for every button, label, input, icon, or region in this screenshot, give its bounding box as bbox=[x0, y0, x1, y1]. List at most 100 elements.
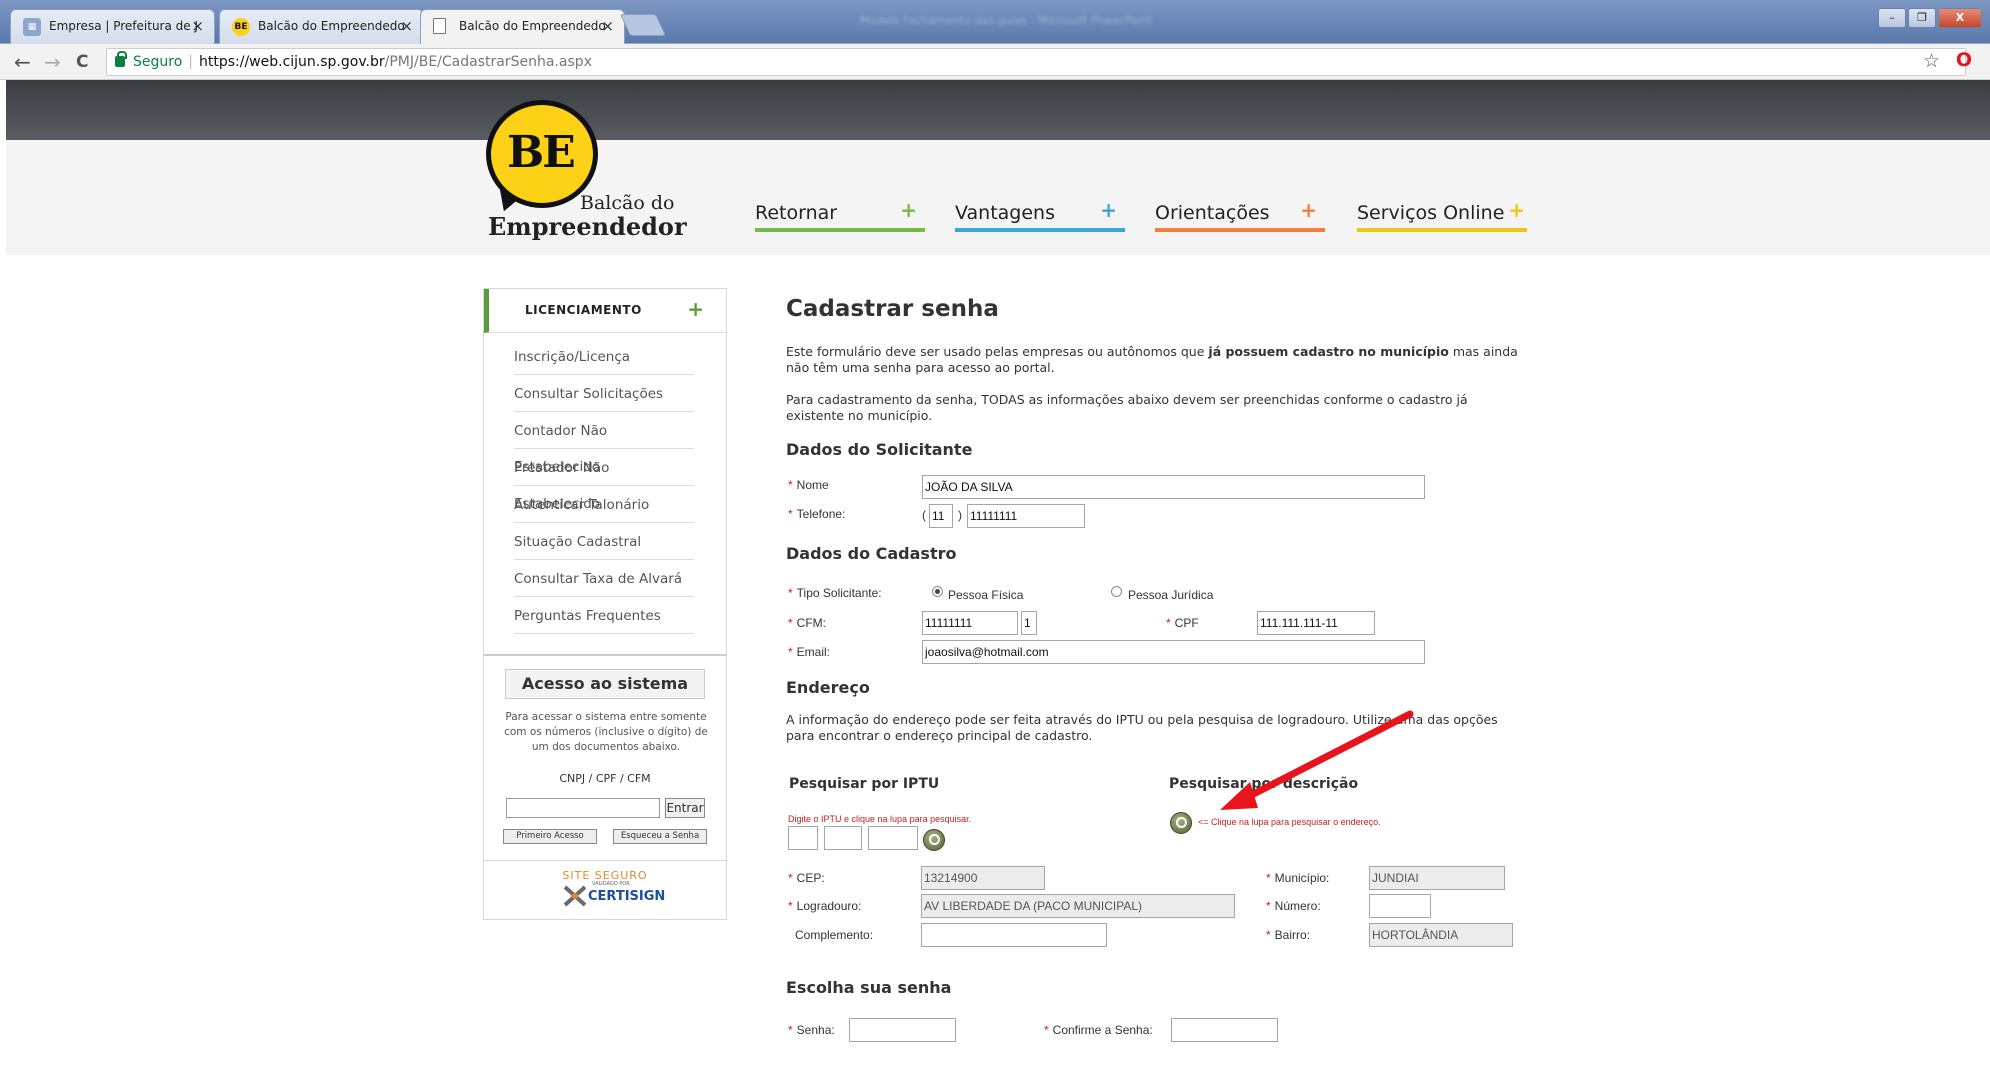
nav-retornar[interactable]: Retornar + bbox=[755, 198, 925, 232]
iptu-input-2[interactable] bbox=[824, 826, 862, 850]
tab-balcao-active[interactable]: Balcão do Empreendedo × bbox=[420, 9, 625, 45]
label-text: Confirme a Senha: bbox=[1052, 1023, 1153, 1037]
address-search-magnifier-icon[interactable] bbox=[1170, 812, 1192, 834]
access-document-input[interactable] bbox=[506, 798, 660, 818]
telefone-input[interactable]: 11111111 bbox=[967, 504, 1085, 528]
label-text: Tipo Solicitante: bbox=[796, 586, 882, 600]
intro-bold: já possuem cadastro no município bbox=[1208, 344, 1449, 359]
pessoa-juridica-label: Pessoa Jurídica bbox=[1128, 588, 1214, 602]
sidebar-item-autenticar[interactable]: Autenticar Talonário bbox=[514, 487, 694, 523]
ddd-input[interactable]: 11 bbox=[929, 504, 953, 528]
cep-label: * CEP: bbox=[788, 871, 825, 885]
restore-button[interactable]: ❐ bbox=[1908, 8, 1936, 28]
tab-label: Balcão do Empreendedo bbox=[258, 19, 405, 33]
iptu-input-3[interactable] bbox=[868, 826, 918, 850]
label-text: Email: bbox=[796, 645, 831, 659]
top-dark-band bbox=[6, 80, 1990, 140]
sidebar-item-perguntas[interactable]: Perguntas Frequentes bbox=[514, 598, 694, 634]
plus-icon: + bbox=[1508, 198, 1525, 222]
licenciamento-header[interactable]: LICENCIAMENTO + bbox=[484, 289, 726, 333]
label-text: Número: bbox=[1274, 899, 1321, 913]
close-tab-icon[interactable]: × bbox=[601, 17, 614, 35]
close-tab-icon[interactable]: × bbox=[400, 17, 413, 35]
logradouro-input[interactable]: AV LIBERDADE DA (PACO MUNICIPAL) bbox=[921, 894, 1235, 918]
required-marker: * bbox=[788, 899, 793, 913]
sidebar-item-inscricao[interactable]: Inscrição/Licença bbox=[514, 339, 694, 375]
required-marker: * bbox=[788, 645, 793, 659]
sidebar-item-prestador[interactable]: Prestador Não Estabelecido bbox=[514, 450, 694, 512]
enter-button[interactable]: Entrar bbox=[665, 798, 705, 818]
cfm-digit-input[interactable]: 1 bbox=[1021, 611, 1037, 635]
senha-input[interactable] bbox=[849, 1018, 956, 1042]
cpf-input[interactable]: 111.111.111-11 bbox=[1257, 611, 1375, 635]
required-marker: * bbox=[788, 616, 793, 630]
be-logo-icon: BE bbox=[232, 18, 250, 36]
forgot-password-button[interactable]: Esqueceu a Senha bbox=[613, 829, 707, 844]
tab-label: Empresa | Prefeitura de J bbox=[49, 19, 199, 33]
forward-arrow-icon[interactable]: → bbox=[44, 50, 61, 74]
window-controls: – ❐ X bbox=[1878, 8, 1982, 28]
close-window-button[interactable]: X bbox=[1938, 8, 1982, 28]
iptu-search-magnifier-icon[interactable] bbox=[923, 829, 945, 851]
bookmark-star-icon[interactable]: ☆ bbox=[1923, 50, 1940, 72]
close-tab-icon[interactable]: × bbox=[191, 17, 204, 35]
secure-site-seal[interactable]: SITE SEGURO VALIDADO POR CERTISIGN bbox=[483, 860, 727, 920]
sidebar-item-contador[interactable]: Contador Não Estabelecido bbox=[514, 413, 694, 475]
email-input[interactable]: joaosilva@hotmail.com bbox=[922, 640, 1425, 664]
opera-icon[interactable]: O bbox=[1956, 49, 1972, 71]
required-marker: * bbox=[788, 871, 793, 885]
required-marker: * bbox=[1266, 871, 1271, 885]
municipio-input[interactable]: JUNDIAI bbox=[1369, 866, 1505, 890]
nome-input[interactable]: JOÃO DA SILVA bbox=[922, 475, 1425, 499]
nav-vantagens[interactable]: Vantagens + bbox=[955, 198, 1125, 232]
reload-icon[interactable]: C bbox=[76, 50, 88, 74]
back-arrow-icon[interactable]: ← bbox=[14, 50, 31, 74]
nav-servicos-online[interactable]: Serviços Online + bbox=[1357, 198, 1527, 232]
required-marker: * bbox=[1044, 1023, 1049, 1037]
tab-label: Balcão do Empreendedo bbox=[459, 19, 606, 33]
required-marker: * bbox=[1266, 928, 1271, 942]
complemento-input[interactable] bbox=[921, 923, 1107, 947]
required-marker: * bbox=[788, 507, 793, 521]
bairro-input[interactable]: HORTOLÂNDIA bbox=[1369, 923, 1513, 947]
label-text: CFM: bbox=[796, 616, 826, 630]
logradouro-label: * Logradouro: bbox=[788, 899, 861, 913]
section-cadastro: Dados do Cadastro bbox=[786, 544, 957, 563]
sidebar-item-situacao[interactable]: Situação Cadastral bbox=[514, 524, 694, 560]
iptu-input-1[interactable] bbox=[788, 826, 818, 850]
required-marker: * bbox=[788, 478, 793, 492]
label-text: CEP: bbox=[796, 871, 825, 885]
iptu-heading: Pesquisar por IPTU bbox=[789, 776, 940, 792]
tab-strip: ▦ Empresa | Prefeitura de J × BE Balcão … bbox=[0, 0, 1990, 45]
municipio-label: * Município: bbox=[1266, 871, 1329, 885]
nav-label: Orientações bbox=[1155, 202, 1270, 224]
page-title: Cadastrar senha bbox=[786, 296, 999, 322]
intro-paragraph-1: Este formulário deve ser usado pelas emp… bbox=[786, 344, 1526, 376]
blurred-window-title: Modelo Fechamento das guias - Microsoft … bbox=[860, 14, 1153, 27]
balcao-logo[interactable]: BE Balcão do Empreendedor bbox=[486, 100, 687, 250]
page-icon bbox=[433, 18, 446, 34]
seal-subtitle: VALIDADO POR bbox=[592, 881, 630, 887]
plus-icon[interactable]: + bbox=[687, 297, 704, 321]
first-access-button[interactable]: Primeiro Acesso bbox=[503, 829, 597, 844]
numero-input[interactable] bbox=[1369, 894, 1431, 918]
pessoa-fisica-label: Pessoa Física bbox=[948, 588, 1024, 602]
nav-orientacoes[interactable]: Orientações + bbox=[1155, 198, 1325, 232]
cfm-input[interactable]: 11111111 bbox=[922, 611, 1018, 635]
sidebar-item-consultar-solicitacoes[interactable]: Consultar Solicitações bbox=[514, 376, 694, 412]
confirm-senha-input[interactable] bbox=[1171, 1018, 1278, 1042]
new-tab-button[interactable] bbox=[619, 14, 667, 36]
access-instructions: Para acessar o sistema entre somente com… bbox=[504, 711, 708, 753]
cep-input[interactable]: 13214900 bbox=[921, 866, 1045, 890]
site-header bbox=[6, 140, 1990, 255]
sidebar-item-taxa-alvara[interactable]: Consultar Taxa de Alvará bbox=[514, 561, 694, 597]
tab-empresa[interactable]: ▦ Empresa | Prefeitura de J × bbox=[10, 9, 215, 44]
minimize-button[interactable]: – bbox=[1878, 8, 1906, 28]
radio-pessoa-juridica[interactable] bbox=[1111, 586, 1122, 597]
logo-line1: Balcão do bbox=[580, 192, 675, 214]
licenciamento-title: LICENCIAMENTO bbox=[525, 303, 642, 317]
senha-label: * Senha: bbox=[788, 1023, 835, 1037]
radio-pessoa-fisica[interactable] bbox=[932, 586, 943, 597]
tab-balcao-1[interactable]: BE Balcão do Empreendedo × bbox=[219, 9, 424, 44]
address-bar[interactable]: Seguro | https://web.cijun.sp.gov.br/PMJ/B… bbox=[106, 48, 1966, 76]
